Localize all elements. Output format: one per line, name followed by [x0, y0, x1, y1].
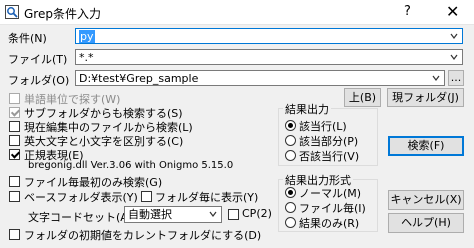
condition-input[interactable]: py [75, 28, 463, 44]
result-line-label: 該当行(L) [299, 120, 347, 133]
first-match-label: ファイル毎最初のみ検索(G) [24, 176, 163, 189]
up-folder-button[interactable]: 上(B) [344, 88, 381, 107]
result-part-radio[interactable] [285, 135, 296, 146]
word-unit-checkbox[interactable] [9, 93, 20, 104]
base-folder-label: ベースフォルダ表示(Y) [24, 191, 138, 204]
format-normal-label: ノーマル(M) [299, 187, 362, 200]
close-window-button[interactable]: ✕ [446, 2, 459, 21]
charset-value: 自動選択 [128, 208, 172, 221]
default-folder-checkbox[interactable] [9, 229, 20, 240]
current-file-checkbox[interactable] [9, 121, 20, 132]
chevron-down-icon[interactable] [209, 210, 217, 218]
folder-label: フォルダ(O) [8, 74, 70, 87]
case-sensitive-checkbox[interactable] [9, 135, 20, 146]
format-resultonly-radio[interactable] [285, 217, 296, 228]
help-button[interactable]: ヘルプ(H) [388, 213, 464, 233]
result-line-radio[interactable] [285, 120, 296, 131]
result-nomatch-label: 否該当行(V) [299, 150, 360, 163]
folder-input[interactable]: D:¥test¥Grep_sample [75, 70, 445, 86]
charset-select[interactable]: 自動選択 [124, 206, 222, 223]
result-nomatch-radio[interactable] [285, 150, 296, 161]
window-title: Grep条件入力 [24, 7, 101, 21]
chevron-down-icon[interactable] [450, 32, 458, 40]
search-button[interactable]: 検索(F) [388, 136, 464, 156]
charset-label: 文字コードセット(A) [28, 211, 133, 224]
chevron-down-icon[interactable] [432, 74, 440, 82]
format-normal-radio[interactable] [285, 187, 296, 198]
folder-value: D:¥test¥Grep_sample [79, 72, 199, 85]
subfolders-checkbox[interactable] [9, 107, 20, 118]
cp-checkbox[interactable] [228, 209, 239, 220]
search-app-icon [5, 5, 19, 19]
per-folder-label: フォルダ毎に表示(Y) [155, 191, 259, 204]
per-folder-checkbox[interactable] [141, 191, 152, 202]
format-resultonly-label: 結果のみ(R) [299, 217, 360, 230]
file-label: ファイル(T) [8, 53, 68, 66]
result-output-title: 結果出力 [283, 101, 331, 117]
regex-library-info: bregonig.dll Ver.3.06 with Onigmo 5.15.0 [28, 160, 234, 171]
regex-checkbox[interactable] [9, 149, 20, 160]
file-input[interactable]: *.* [75, 49, 463, 65]
base-folder-checkbox[interactable] [9, 191, 20, 202]
current-folder-button[interactable]: 現フォルダ(J) [387, 88, 464, 107]
browse-folder-button[interactable]: ... [448, 70, 464, 86]
cancel-button[interactable]: キャンセル(X) [388, 190, 464, 210]
help-title-button[interactable]: ? [404, 4, 411, 19]
cp-label: CP(2) [242, 207, 272, 220]
condition-label: 条件(N) [8, 32, 47, 45]
default-folder-label: フォルダの初期値をカレントフォルダにする(D) [24, 229, 262, 242]
file-value: *.* [79, 51, 94, 64]
format-perfile-radio[interactable] [285, 202, 296, 213]
condition-value: py [79, 30, 95, 43]
format-perfile-label: ファイル毎(I) [299, 202, 366, 215]
first-match-checkbox[interactable] [9, 176, 20, 187]
chevron-down-icon[interactable] [450, 53, 458, 61]
result-part-label: 該当部分(P) [299, 135, 359, 148]
